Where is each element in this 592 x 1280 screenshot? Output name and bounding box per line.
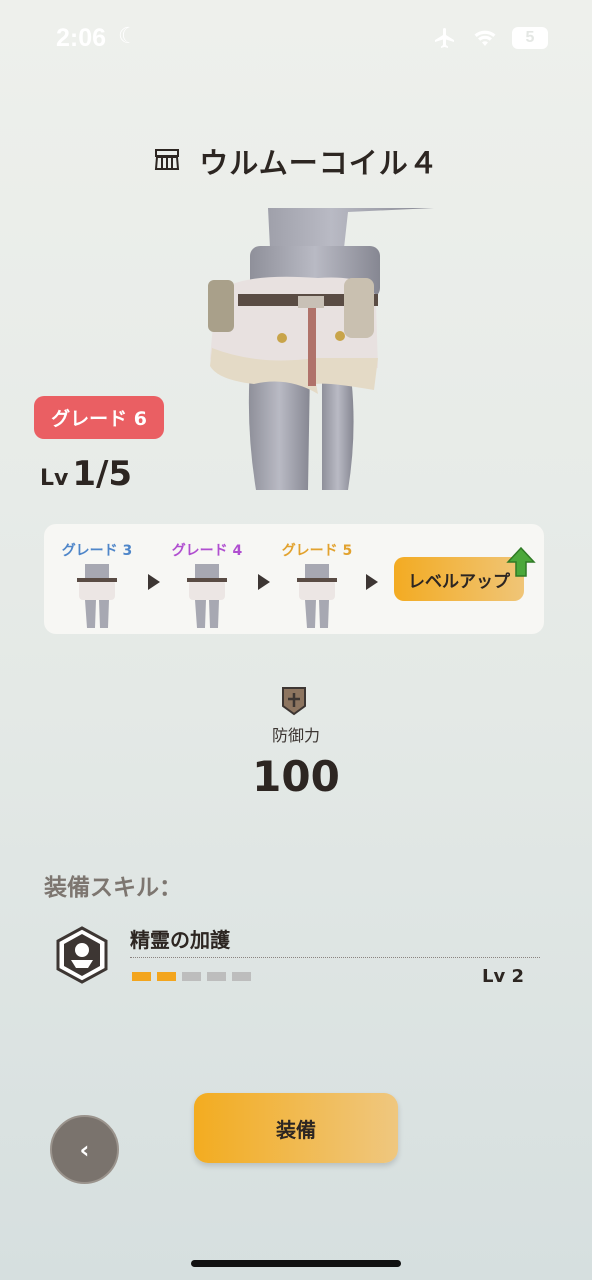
back-button[interactable]: ‹ (50, 1115, 119, 1184)
grade-badge: グレード 6 (34, 396, 164, 439)
stage-grade-3[interactable]: グレード 3 (52, 540, 142, 628)
level-up-button[interactable]: レベルアップ (394, 557, 524, 601)
skill-level-segment-empty (207, 972, 226, 981)
stage-arrow-icon (148, 574, 160, 590)
equipment-name: ウルムーコイル４ (199, 146, 439, 180)
skill-item[interactable]: 精霊の加護 Lv 2 (54, 924, 542, 994)
skill-level-bar (132, 972, 251, 981)
defense-value: 100 (252, 752, 340, 801)
skill-level-label: Lv 2 (482, 966, 524, 987)
stage-grade-5[interactable]: グレード 5 (272, 540, 362, 628)
stage-arrow-icon (258, 574, 270, 590)
stage-label: グレード 3 (61, 543, 133, 559)
divider (130, 957, 540, 958)
skills-heading: 装備スキル： (44, 875, 182, 901)
skill-level-segment-filled (157, 972, 176, 981)
level-display: Lv 1/5 (40, 454, 132, 494)
waist-armor-icon (155, 149, 180, 170)
skill-level-segment-empty (232, 972, 251, 981)
home-indicator (191, 1260, 401, 1267)
armor-preview-image (208, 208, 434, 490)
battery-indicator: 5 (512, 27, 548, 49)
shield-icon (282, 687, 306, 716)
level-prefix: Lv (40, 466, 69, 491)
status-time: 2:06 (56, 24, 107, 52)
wifi-icon (474, 30, 496, 46)
moon-icon: ☾ (118, 24, 138, 49)
armor-thumbnail (187, 564, 227, 628)
level-value: 1/5 (72, 454, 133, 494)
stage-label: グレード 4 (171, 543, 243, 559)
defense-label: 防御力 (271, 726, 320, 745)
skill-emblem-icon (56, 926, 108, 984)
stage-label: グレード 5 (281, 543, 353, 559)
equip-button[interactable]: 装備 (194, 1093, 398, 1163)
skill-name: 精霊の加護 (130, 928, 230, 952)
status-icons: 5 (432, 26, 548, 50)
title-row: ウルムーコイル４ (0, 140, 592, 182)
status-bar: 2:06 ☾ 5 (0, 22, 592, 58)
skill-level-segment-filled (132, 972, 151, 981)
up-arrow-icon (506, 546, 536, 577)
airplane-icon (435, 28, 454, 48)
upgrade-path-panel: グレード 3 グレード 4 グレード 5 レベルアップ (44, 524, 544, 634)
armor-thumbnail (297, 564, 337, 628)
stage-grade-4[interactable]: グレード 4 (162, 540, 252, 628)
armor-thumbnail (77, 564, 117, 628)
skill-level-segment-empty (182, 972, 201, 981)
stage-arrow-icon (366, 574, 378, 590)
